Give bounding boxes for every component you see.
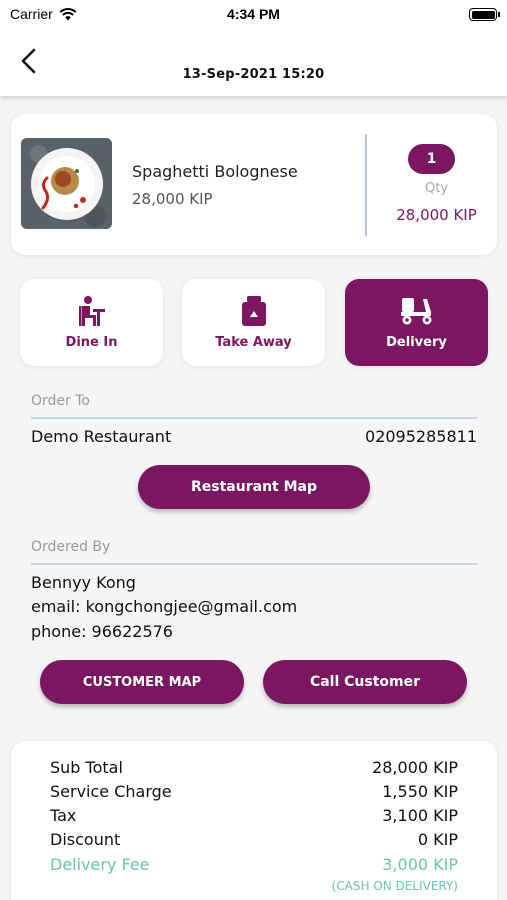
dine-in-icon (78, 296, 105, 326)
summary-value: 0 KIP (417, 830, 458, 849)
order-to-label: Order To (31, 393, 90, 409)
delivery-scooter-icon (400, 298, 431, 325)
summary-label: Delivery Fee (50, 855, 150, 874)
take-away-bag-icon (241, 296, 266, 326)
order-type-label: Dine In (65, 335, 118, 350)
summary-value: 3,000 KIP (382, 855, 458, 874)
order-type-label: Delivery (386, 335, 447, 350)
summary-row-service-charge: Service Charge 1,550 KIP (50, 782, 458, 801)
item-total-price: 28,000 KIP (396, 206, 477, 224)
order-type-dine-in-button[interactable]: Dine In (20, 279, 163, 366)
ordered-by-divider (31, 563, 477, 565)
order-datetime: 13-Sep-2021 15:20 (182, 67, 325, 82)
order-type-delivery-button[interactable]: Delivery (345, 279, 488, 366)
order-type-label: Take Away (215, 335, 292, 350)
ordered-by-label: Ordered By (31, 539, 111, 555)
summary-row-tax: Tax 3,100 KIP (50, 806, 458, 825)
restaurant-phone: 02095285811 (365, 427, 477, 446)
food-image (21, 138, 112, 229)
summary-label: Sub Total (50, 758, 123, 777)
customer-phone: phone: 96622576 (31, 622, 173, 641)
status-bar: Carrier 4:34 PM (0, 0, 507, 28)
customer-name: Bennyy Kong (31, 573, 136, 592)
summary-row-sub-total: Sub Total 28,000 KIP (50, 758, 458, 777)
item-name: Spaghetti Bolognese (132, 162, 298, 181)
summary-value: 1,550 KIP (382, 782, 458, 801)
summary-row-delivery-fee: Delivery Fee 3,000 KIP (50, 855, 458, 874)
battery-icon (469, 8, 500, 21)
item-unit-price: 28,000 KIP (132, 190, 213, 208)
order-type-take-away-button[interactable]: Take Away (182, 279, 325, 366)
order-to-divider (31, 417, 477, 419)
payment-method-note: (CASH ON DELIVERY) (331, 879, 458, 893)
restaurant-name: Demo Restaurant (31, 427, 172, 446)
order-summary-card: Sub Total 28,000 KIP Service Charge 1,55… (11, 741, 497, 900)
summary-value: 28,000 KIP (372, 758, 458, 777)
item-divider (365, 134, 367, 236)
summary-value: 3,100 KIP (382, 806, 458, 825)
summary-label: Service Charge (50, 782, 172, 801)
qty-label: Qty (424, 181, 449, 196)
summary-label: Tax (50, 806, 77, 825)
status-time: 4:34 PM (227, 6, 280, 22)
restaurant-map-button[interactable]: Restaurant Map (138, 465, 370, 509)
customer-map-button[interactable]: CUSTOMER MAP (40, 660, 244, 704)
customer-email: email: kongchongjee@gmail.com (31, 597, 298, 616)
order-item-card: Spaghetti Bolognese 28,000 KIP 1 Qty 28,… (11, 114, 497, 255)
qty-badge: 1 (408, 144, 455, 174)
call-customer-button[interactable]: Call Customer (263, 660, 467, 704)
summary-label: Discount (50, 830, 121, 849)
summary-row-discount: Discount 0 KIP (50, 830, 458, 849)
navigation-bar: 13-Sep-2021 15:20 (0, 28, 507, 96)
